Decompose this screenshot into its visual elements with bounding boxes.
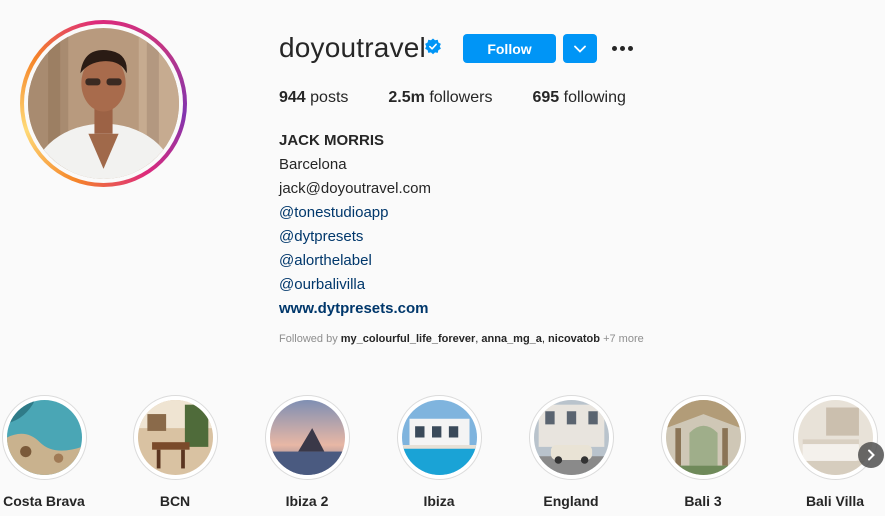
- followers-count: 2.5m: [388, 89, 425, 106]
- highlight-label: Bali 3: [684, 493, 722, 509]
- highlight-label: Bali Villa: [805, 493, 865, 509]
- bio-email: jack@doyoutravel.com: [279, 180, 431, 197]
- username: doyoutravel: [279, 32, 426, 63]
- highlight-item[interactable]: Ibiza: [389, 395, 489, 509]
- highlight-label: Costa Brava: [3, 493, 85, 509]
- profile-stats: 944 posts 2.5m followers 695 following: [279, 89, 666, 107]
- followed-by-user: nicovatob: [548, 333, 600, 345]
- followed-by-prefix: Followed by: [279, 333, 338, 345]
- chevron-right-icon: [868, 449, 875, 461]
- profile-avatar[interactable]: [20, 20, 187, 187]
- highlight-label: England: [543, 493, 599, 509]
- bio-tag-link[interactable]: @tonestudioapp: [279, 201, 431, 225]
- posts-label: posts: [310, 89, 349, 106]
- followers-stat[interactable]: 2.5m followers: [388, 89, 492, 107]
- highlight-cover: [269, 400, 345, 475]
- highlight-label: Ibiza: [423, 493, 455, 509]
- highlight-item[interactable]: BCN: [125, 395, 225, 509]
- highlight-label: Ibiza 2: [285, 493, 329, 509]
- following-stat[interactable]: 695 following: [532, 89, 625, 107]
- posts-count: 944: [279, 89, 306, 106]
- highlight-item[interactable]: Ibiza 2: [257, 395, 357, 509]
- highlight-item[interactable]: England: [521, 395, 621, 509]
- highlight-item[interactable]: Costa Brava: [0, 395, 94, 509]
- followed-by-more: +7 more: [603, 333, 644, 345]
- posts-stat[interactable]: 944 posts: [279, 89, 348, 107]
- website-link[interactable]: www.dytpresets.com: [279, 297, 431, 321]
- avatar-photo: [28, 28, 179, 179]
- highlights-next-button[interactable]: [858, 442, 884, 468]
- chevron-down-icon: [574, 45, 586, 53]
- followed-by[interactable]: Followed by my_colourful_life_forever, a…: [279, 333, 644, 345]
- following-count: 695: [532, 89, 560, 106]
- bio-tag-link[interactable]: @ourbalivilla: [279, 273, 431, 297]
- highlight-item[interactable]: Bali 3: [653, 395, 753, 509]
- followed-by-user: anna_mg_a: [481, 333, 542, 345]
- highlight-cover: [401, 400, 477, 475]
- highlight-label: BCN: [159, 493, 191, 509]
- highlight-cover: [137, 400, 213, 475]
- follow-button[interactable]: Follow: [463, 34, 556, 63]
- full-name: JACK MORRIS: [279, 132, 385, 149]
- profile-page: doyoutravel Follow 944 posts 2.5m follow…: [0, 0, 885, 516]
- profile-bio: JACK MORRIS Barcelona jack@doyoutravel.c…: [279, 129, 431, 321]
- highlight-cover: [533, 400, 609, 475]
- bio-location: Barcelona: [279, 156, 347, 173]
- bio-tag-link[interactable]: @alorthelabel: [279, 249, 431, 273]
- bio-tag-link[interactable]: @dytpresets: [279, 225, 431, 249]
- more-options-icon[interactable]: [609, 38, 635, 58]
- story-highlights: Costa Brava BCN Ibiza 2 Ibiza England Ba…: [0, 395, 885, 516]
- following-label: following: [563, 89, 626, 106]
- verified-badge-icon: [425, 38, 441, 55]
- followers-label: followers: [429, 89, 493, 106]
- suggested-dropdown-button[interactable]: [563, 34, 597, 63]
- highlight-cover: [665, 400, 741, 475]
- highlight-cover: [6, 400, 82, 475]
- followed-by-user: my_colourful_life_forever: [340, 333, 476, 345]
